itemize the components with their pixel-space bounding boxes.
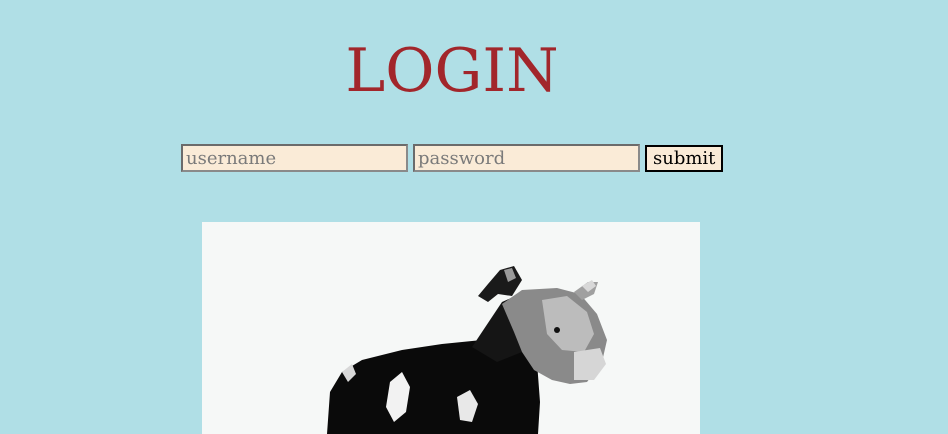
cow-image [202,222,700,434]
submit-button[interactable]: submit [645,144,723,172]
page-title: LOGIN [345,36,559,106]
login-page: LOGIN submit [0,0,948,434]
cow-muzzle [574,348,606,380]
password-input[interactable] [413,144,640,172]
cow-eye [554,327,560,333]
username-input[interactable] [181,144,408,172]
cow-illustration [327,266,607,434]
login-form: submit [181,144,723,172]
